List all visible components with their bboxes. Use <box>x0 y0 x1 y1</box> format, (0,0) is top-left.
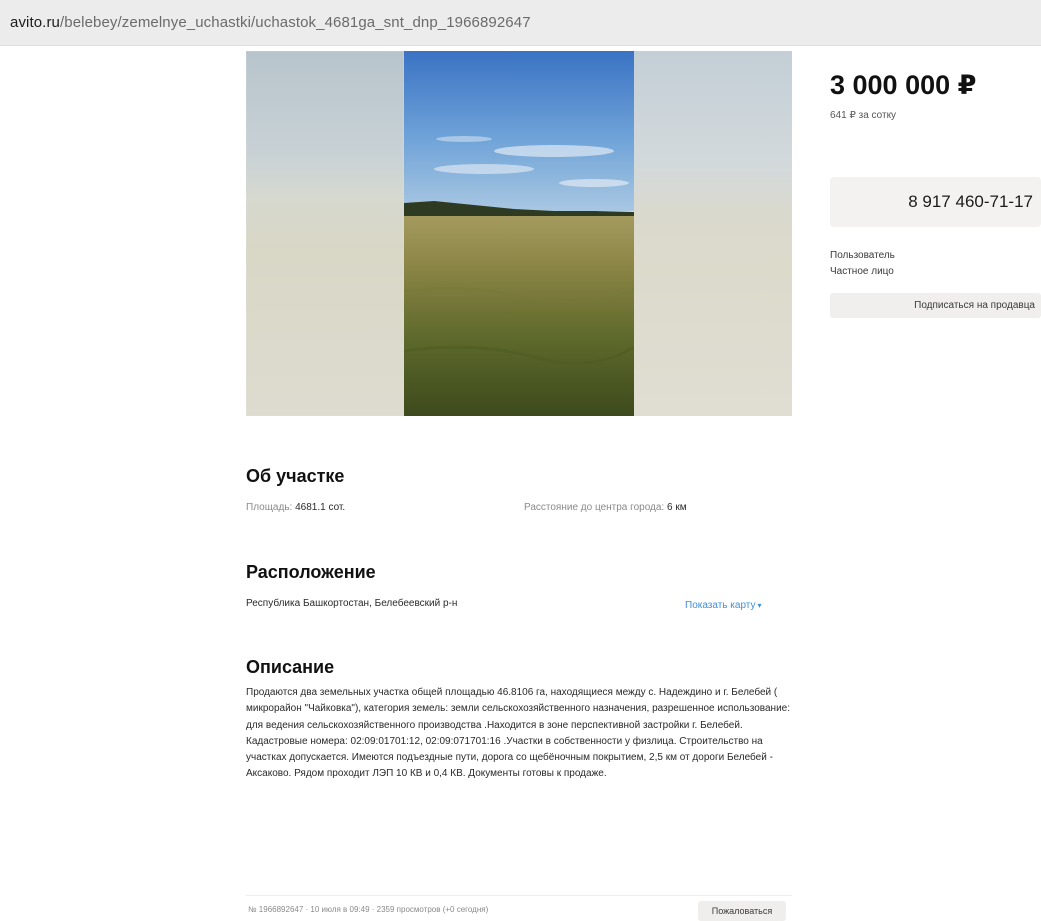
area-value: 4681.1 сот. <box>295 502 346 513</box>
description-section-title: Описание <box>246 657 335 677</box>
field-photo-image <box>404 51 634 416</box>
report-button[interactable]: Пожаловаться <box>698 901 786 921</box>
show-phone-button[interactable]: 8 917 460-71-17 <box>830 177 1041 227</box>
subscribe-seller-button[interactable]: Подписаться на продавца <box>830 293 1041 318</box>
show-map-link[interactable]: Показать карту ▾ <box>685 600 762 611</box>
location-section-title: Расположение <box>246 562 376 582</box>
about-section-title: Об участке <box>246 466 345 486</box>
distance-value: 6 км <box>667 502 687 513</box>
browser-address-bar[interactable]: avito.ru/belebey/zemelnye_uchastki/uchas… <box>0 0 1041 46</box>
address-url[interactable]: avito.ru/belebey/zemelnye_uchastki/uchas… <box>10 14 531 31</box>
listing-price: 3 000 000 ₽ <box>830 70 977 100</box>
photo-blurred-left <box>246 51 404 416</box>
listing-description: Продаются два земельных участка общей пл… <box>246 687 790 780</box>
listing-photo-gallery[interactable] <box>246 51 792 416</box>
phone-number: 8 917 460-71-17 <box>908 192 1033 211</box>
url-path: /belebey/zemelnye_uchastki/uchastok_4681… <box>60 14 531 31</box>
distance-param: Расстояние до центра города: 6 км <box>524 502 687 513</box>
seller-name[interactable]: Пользователь <box>830 250 895 261</box>
area-param: Площадь: 4681.1 сот. <box>246 502 345 513</box>
listing-photo[interactable] <box>404 51 634 416</box>
listing-footer: № 1966892647 · 10 июля в 09:49 · 2359 пр… <box>246 895 792 921</box>
show-map-label: Показать карту <box>685 600 756 611</box>
chevron-down-icon: ▾ <box>757 601 762 610</box>
url-domain: avito.ru <box>10 14 60 31</box>
photo-blurred-right <box>634 51 792 416</box>
seller-type: Частное лицо <box>830 266 894 277</box>
listing-meta: № 1966892647 · 10 июля в 09:49 · 2359 пр… <box>248 905 489 914</box>
listing-address: Республика Башкортостан, Белебеевский р-… <box>246 598 458 609</box>
distance-label: Расстояние до центра города: <box>524 502 665 513</box>
price-per-sotka: 641 ₽ за сотку <box>830 110 897 121</box>
area-label: Площадь: <box>246 502 293 513</box>
